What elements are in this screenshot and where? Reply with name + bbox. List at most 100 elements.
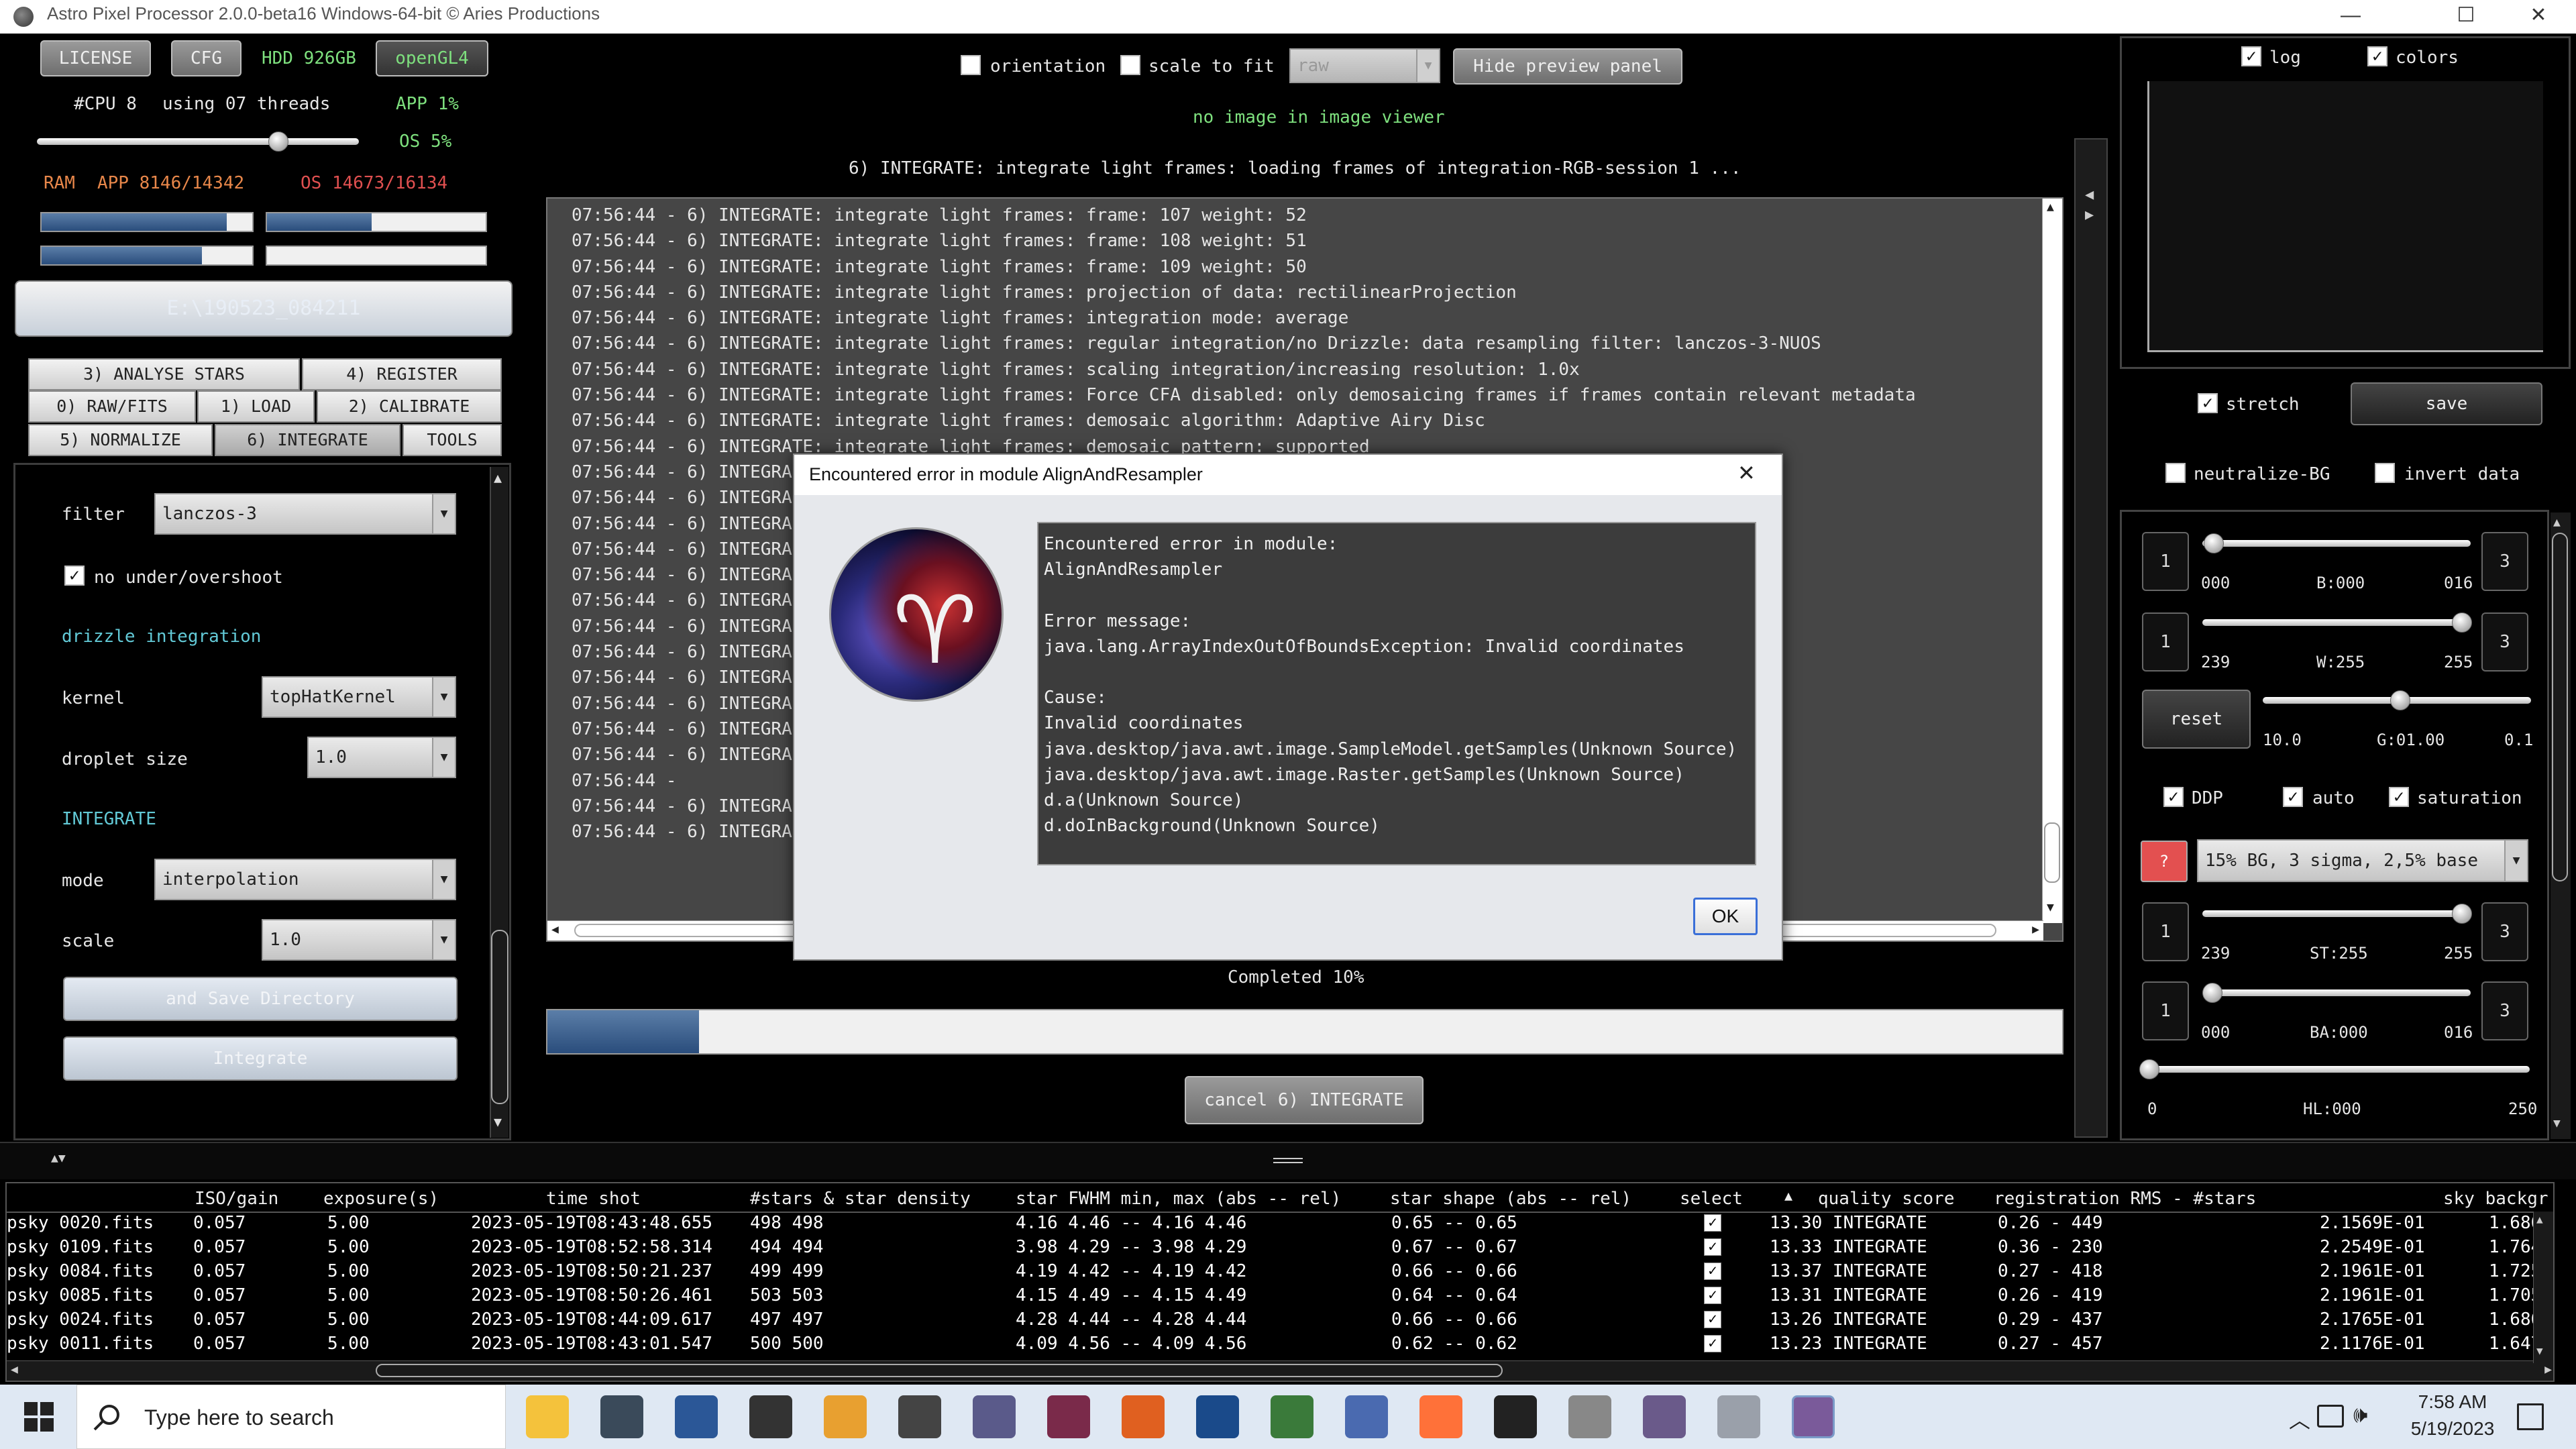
col-time-shot[interactable]: time shot	[546, 1189, 641, 1209]
select-checkbox[interactable]: ✓	[1704, 1287, 1721, 1304]
right-scroll-thumb[interactable]	[2552, 533, 2568, 881]
log-checkbox[interactable]: ✓	[2241, 46, 2261, 66]
st-slider-knob[interactable]	[2452, 904, 2472, 924]
scheduler-icon[interactable]	[1345, 1395, 1388, 1438]
b-min-button[interactable]: 1	[2142, 532, 2189, 591]
window-icon[interactable]	[1717, 1395, 1760, 1438]
filter-dropdown[interactable]: lanczos-3 ▼	[154, 493, 456, 535]
right-scrollbar[interactable]: ▲ ▼	[2551, 513, 2571, 1139]
tab-raw-fits[interactable]: 0) RAW/FITS	[28, 390, 196, 423]
firecapture-icon[interactable]	[824, 1395, 867, 1438]
maximize-button[interactable]: ☐	[2428, 0, 2504, 34]
firefox-icon[interactable]	[1419, 1395, 1462, 1438]
working-directory-button[interactable]: E:\190523_084211	[15, 280, 513, 337]
w-slider-knob[interactable]	[2452, 612, 2472, 633]
st-slider-track[interactable]	[2202, 910, 2471, 917]
scale-dropdown[interactable]: 1.0 ▼	[262, 919, 456, 961]
table-row[interactable]: psky 0024.fits 0.057 5.00 2023-05-19T08:44:…	[7, 1308, 2553, 1332]
tab-register[interactable]: 4) REGISTER	[302, 358, 502, 390]
ddp-checkbox[interactable]: ✓	[2163, 787, 2184, 807]
ba-slider-track[interactable]	[2202, 989, 2471, 996]
select-checkbox[interactable]: ✓	[1704, 1335, 1721, 1352]
stretch-preset-dropdown[interactable]: 15% BG, 3 sigma, 2,5% base ▼	[2197, 839, 2528, 882]
scroll-left-icon[interactable]: ◀	[11, 1362, 18, 1377]
tray-chevron-icon[interactable]: ︿	[2289, 1403, 2310, 1434]
col-iso[interactable]: ISO/gain	[195, 1189, 278, 1209]
aries-icon[interactable]	[1792, 1395, 1835, 1438]
col-registration[interactable]: registration RMS - #stars	[1994, 1189, 2256, 1209]
scroll-right-icon[interactable]: ▶	[2544, 1362, 2552, 1377]
ba-min-button[interactable]: 1	[2142, 981, 2189, 1040]
astropixelprocessor-icon[interactable]	[1196, 1395, 1239, 1438]
cfg-button[interactable]: CFG	[171, 40, 241, 76]
scroll-thumb[interactable]	[491, 930, 508, 1104]
file-explorer-icon[interactable]	[526, 1395, 569, 1438]
scale-to-fit-checkbox[interactable]	[1120, 55, 1140, 75]
windows-start-icon[interactable]	[24, 1402, 54, 1432]
autostakkert-icon[interactable]	[1122, 1395, 1165, 1438]
scroll-up-icon[interactable]: ▲	[2536, 1213, 2543, 1226]
table-row[interactable]: psky 0011.fits 0.057 5.00 2023-05-19T08:43:…	[7, 1332, 2553, 1356]
thread-slider-knob[interactable]	[268, 131, 288, 152]
table-row[interactable]: psky 0109.fits 0.057 5.00 2023-05-19T08:52:…	[7, 1236, 2553, 1260]
tab-integrate[interactable]: 6) INTEGRATE	[215, 424, 400, 456]
droplet-dropdown[interactable]: 1.0 ▼	[307, 737, 456, 778]
asi-icon[interactable]	[898, 1395, 941, 1438]
scroll-up-icon[interactable]: ▲	[2553, 515, 2561, 529]
pipp-icon[interactable]	[1494, 1395, 1537, 1438]
preview-divider[interactable]: ◀ ▶	[2074, 138, 2108, 1138]
taskbar-clock[interactable]: 7:58 AM	[2399, 1391, 2506, 1413]
ok-button[interactable]: OK	[1693, 898, 1758, 935]
scroll-up-icon[interactable]: ▲	[494, 470, 502, 486]
col-exposure[interactable]: exposure(s)	[323, 1189, 439, 1209]
select-checkbox[interactable]: ✓	[1704, 1311, 1721, 1328]
scroll-down-icon[interactable]: ▼	[2536, 1344, 2543, 1357]
splitter-grip-icon[interactable]	[1273, 1158, 1303, 1163]
auto-checkbox[interactable]: ✓	[2283, 787, 2303, 807]
hl-slider-knob[interactable]	[2139, 1059, 2159, 1079]
kernel-dropdown[interactable]: topHatKernel ▼	[262, 676, 456, 718]
sharpcap-icon[interactable]	[600, 1395, 643, 1438]
tab-load[interactable]: 1) LOAD	[197, 390, 315, 423]
saturation-checkbox[interactable]: ✓	[2389, 787, 2409, 807]
b-slider-knob[interactable]	[2204, 533, 2224, 553]
settings-scrollbar[interactable]: ▲ ▼	[490, 467, 508, 1138]
scroll-down-icon[interactable]: ▼	[2553, 1116, 2561, 1130]
select-checkbox[interactable]: ✓	[1704, 1238, 1721, 1256]
dialog-close-icon[interactable]: ✕	[1737, 460, 1756, 486]
save-button[interactable]: save	[2351, 382, 2542, 425]
col-star-shape[interactable]: star shape (abs -- rel)	[1390, 1189, 1631, 1209]
log-vscroll-thumb[interactable]	[2044, 822, 2060, 883]
save-directory-button[interactable]: and Save Directory	[63, 977, 458, 1021]
compass-icon[interactable]	[1568, 1395, 1611, 1438]
scroll-right-icon[interactable]: ▶	[2032, 922, 2039, 936]
close-window-button[interactable]: ✕	[2501, 0, 2576, 34]
colors-checkbox[interactable]: ✓	[2367, 46, 2387, 66]
integrate-button[interactable]: Integrate	[63, 1036, 458, 1081]
tab-calibrate[interactable]: 2) CALIBRATE	[317, 390, 502, 423]
st-min-button[interactable]: 1	[2142, 902, 2189, 961]
g-slider-knob[interactable]	[2390, 690, 2410, 710]
col-sky-background[interactable]: sky backgr	[2443, 1189, 2548, 1209]
nina-icon[interactable]	[749, 1395, 792, 1438]
astrophoto-icon[interactable]	[1271, 1395, 1313, 1438]
hide-preview-button[interactable]: Hide preview panel	[1453, 48, 1682, 85]
orientation-checkbox[interactable]	[961, 55, 981, 75]
help-button[interactable]: ?	[2141, 841, 2188, 882]
scroll-left-icon[interactable]: ◀	[551, 922, 559, 936]
scale-fit-dropdown[interactable]: raw ▼	[1289, 48, 1440, 83]
w-max-button[interactable]: 3	[2481, 612, 2528, 672]
hl-slider-track[interactable]	[2141, 1066, 2530, 1073]
ba-slider-knob[interactable]	[2202, 983, 2222, 1003]
mode-dropdown[interactable]: interpolation ▼	[154, 859, 456, 900]
table-hscroll-thumb[interactable]	[376, 1364, 1503, 1377]
b-slider-track[interactable]	[2202, 540, 2471, 547]
w-min-button[interactable]: 1	[2142, 612, 2189, 672]
tab-tools[interactable]: TOOLS	[402, 424, 502, 456]
no-overshoot-checkbox[interactable]: ✓	[64, 566, 85, 586]
col-stars[interactable]: #stars & star density	[750, 1189, 971, 1209]
invert-data-checkbox[interactable]	[2375, 463, 2395, 483]
ba-max-button[interactable]: 3	[2481, 981, 2528, 1040]
table-row[interactable]: psky 0020.fits 0.057 5.00 2023-05-19T08:43:…	[7, 1212, 2553, 1236]
taskbar-date[interactable]: 5/19/2023	[2399, 1418, 2506, 1440]
